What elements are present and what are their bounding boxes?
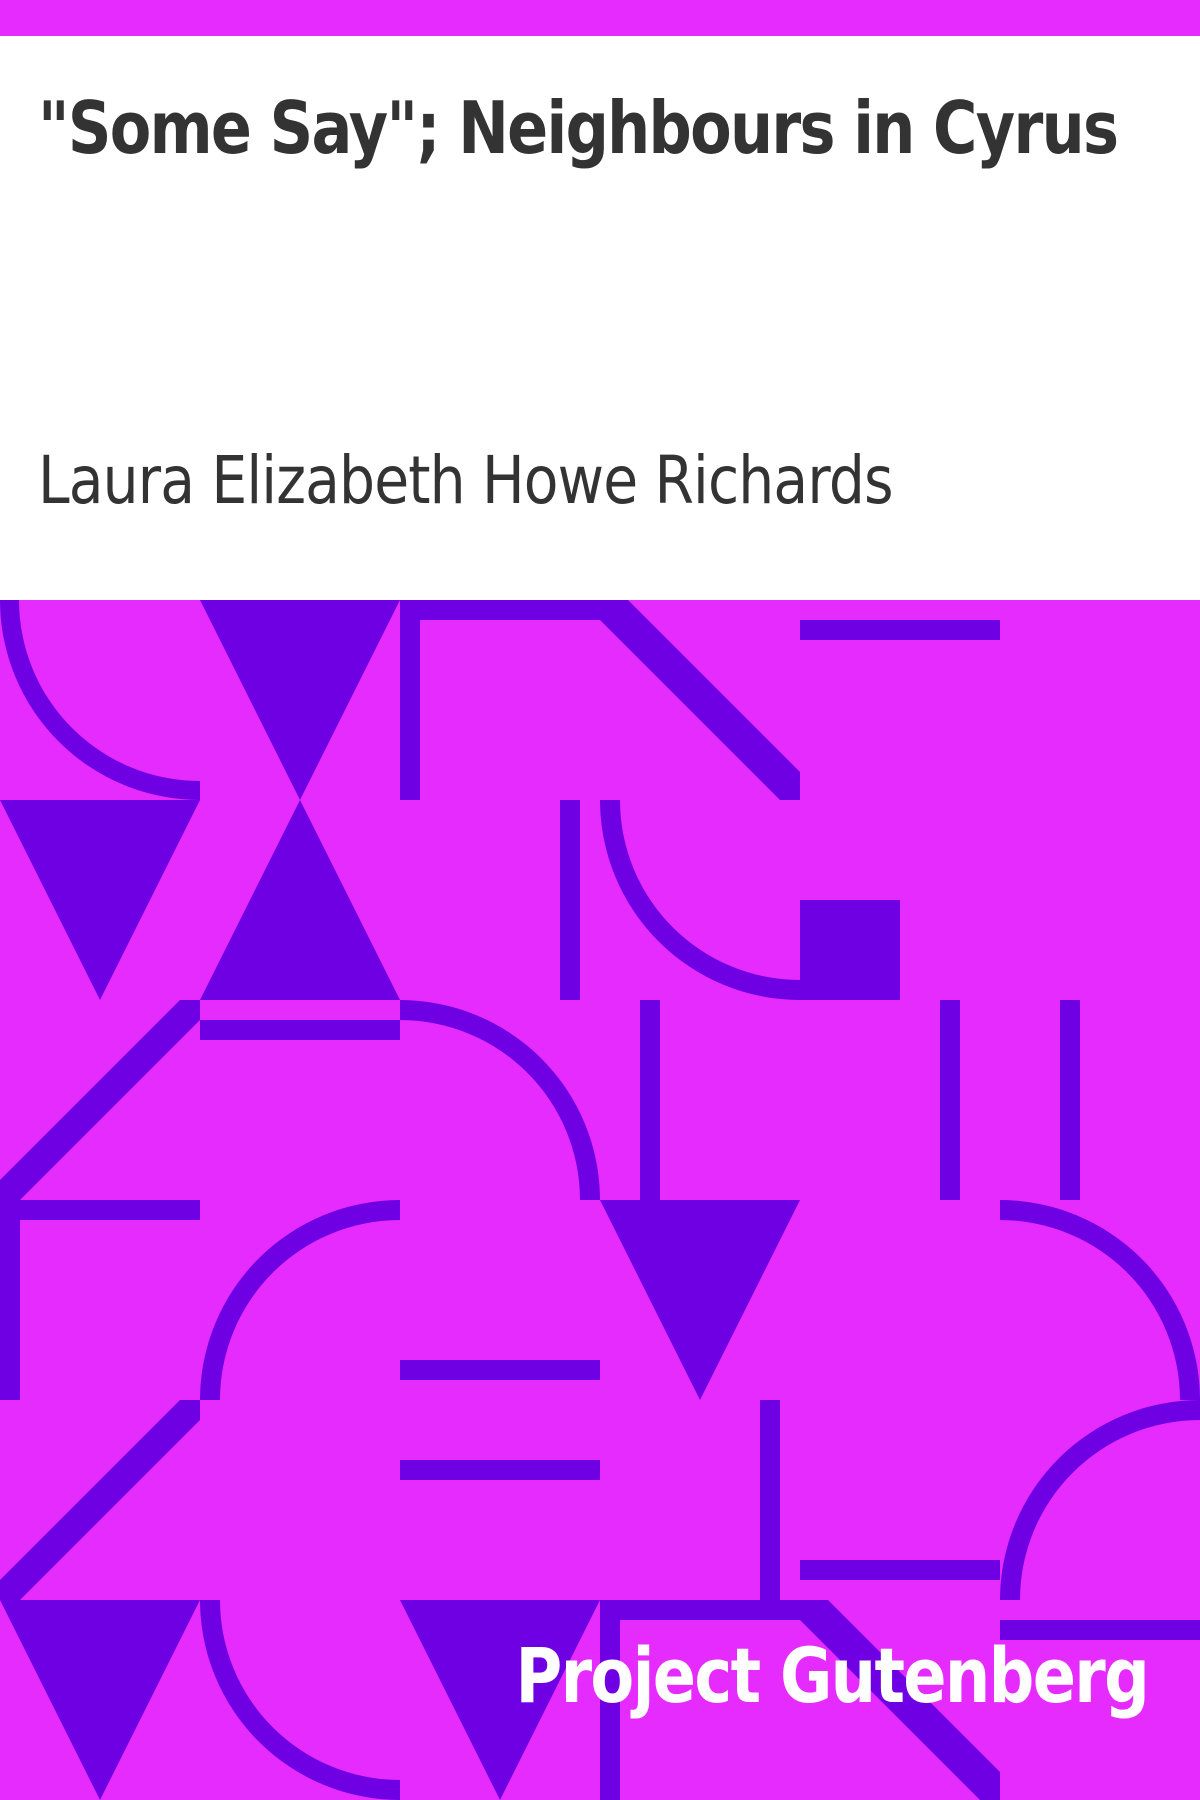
book-title: "Some Say"; Neighbours in Cyrus bbox=[38, 86, 1119, 170]
top-color-bar bbox=[0, 0, 1200, 36]
bar-shape bbox=[200, 1020, 400, 1040]
bar-shape bbox=[940, 1000, 960, 1200]
book-author: Laura Elizabeth Howe Richards bbox=[38, 442, 894, 519]
bar-shape bbox=[760, 1400, 780, 1600]
publisher-label: Project Gutenberg bbox=[515, 1631, 1149, 1720]
bar-shape bbox=[640, 1000, 660, 1200]
bar-shape bbox=[800, 1560, 1000, 1580]
bar-shape bbox=[800, 620, 1000, 640]
geometric-pattern-artwork bbox=[0, 600, 1200, 1800]
bar-shape bbox=[400, 1460, 600, 1480]
square-shape bbox=[800, 900, 900, 1000]
bar-shape bbox=[400, 1360, 600, 1380]
bar-shape bbox=[560, 800, 580, 1000]
bar-shape bbox=[1060, 1000, 1080, 1200]
book-cover: "Some Say"; Neighbours in Cyrus Laura El… bbox=[0, 0, 1200, 1800]
